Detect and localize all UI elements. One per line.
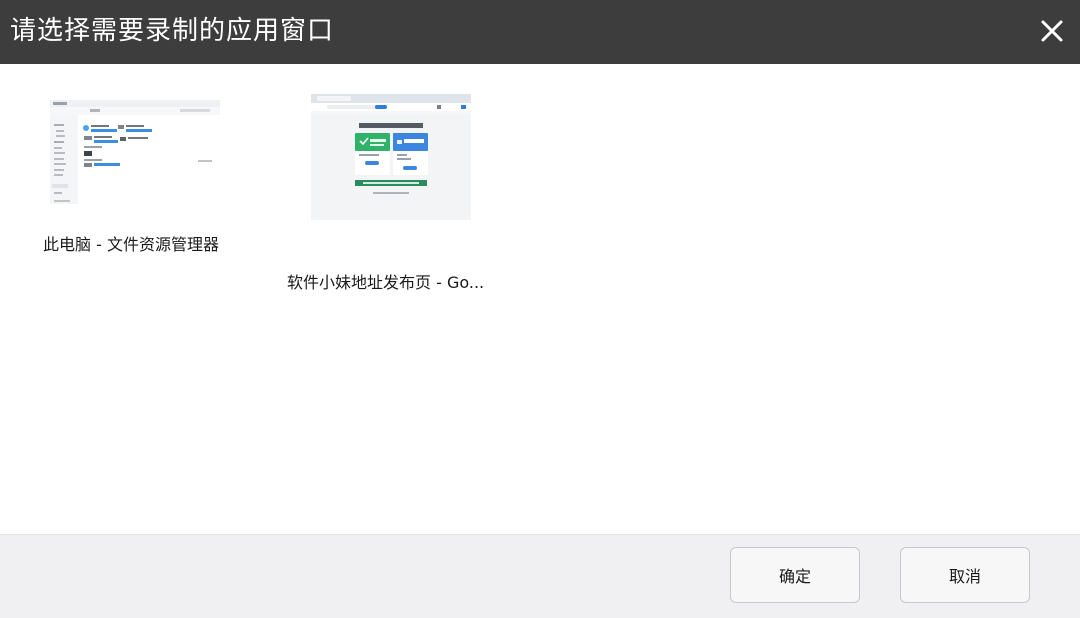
- dialog-title: 请选择需要录制的应用窗口: [10, 16, 335, 46]
- window-list: 此电脑 - 文件资源管理器 软件小妹地址发布页 - Go...: [0, 64, 1080, 534]
- window-item-file-explorer[interactable]: 此电脑 - 文件资源管理器: [40, 94, 240, 264]
- close-icon: [1041, 20, 1063, 42]
- dialog-footer: 确定 取消: [0, 534, 1080, 618]
- close-button[interactable]: [1032, 12, 1072, 52]
- file-explorer-preview-image: [50, 100, 220, 204]
- window-item-browser-page[interactable]: 软件小妹地址发布页 - Go...: [286, 94, 506, 292]
- recording-window-picker-dialog: 请选择需要录制的应用窗口 此电脑 - 文件资源管理器 软件小妹地址发布页 - G…: [0, 0, 1080, 618]
- title-bar: 请选择需要录制的应用窗口: [0, 0, 1080, 64]
- window-thumbnail: [311, 94, 471, 220]
- window-item-label: 此电脑 - 文件资源管理器: [43, 235, 219, 254]
- browser-preview-image: [311, 94, 471, 220]
- window-item-label: 软件小妹地址发布页 - Go...: [287, 273, 485, 292]
- cancel-button[interactable]: 取消: [900, 547, 1030, 603]
- confirm-button[interactable]: 确定: [730, 547, 860, 603]
- window-thumbnail: [50, 100, 220, 204]
